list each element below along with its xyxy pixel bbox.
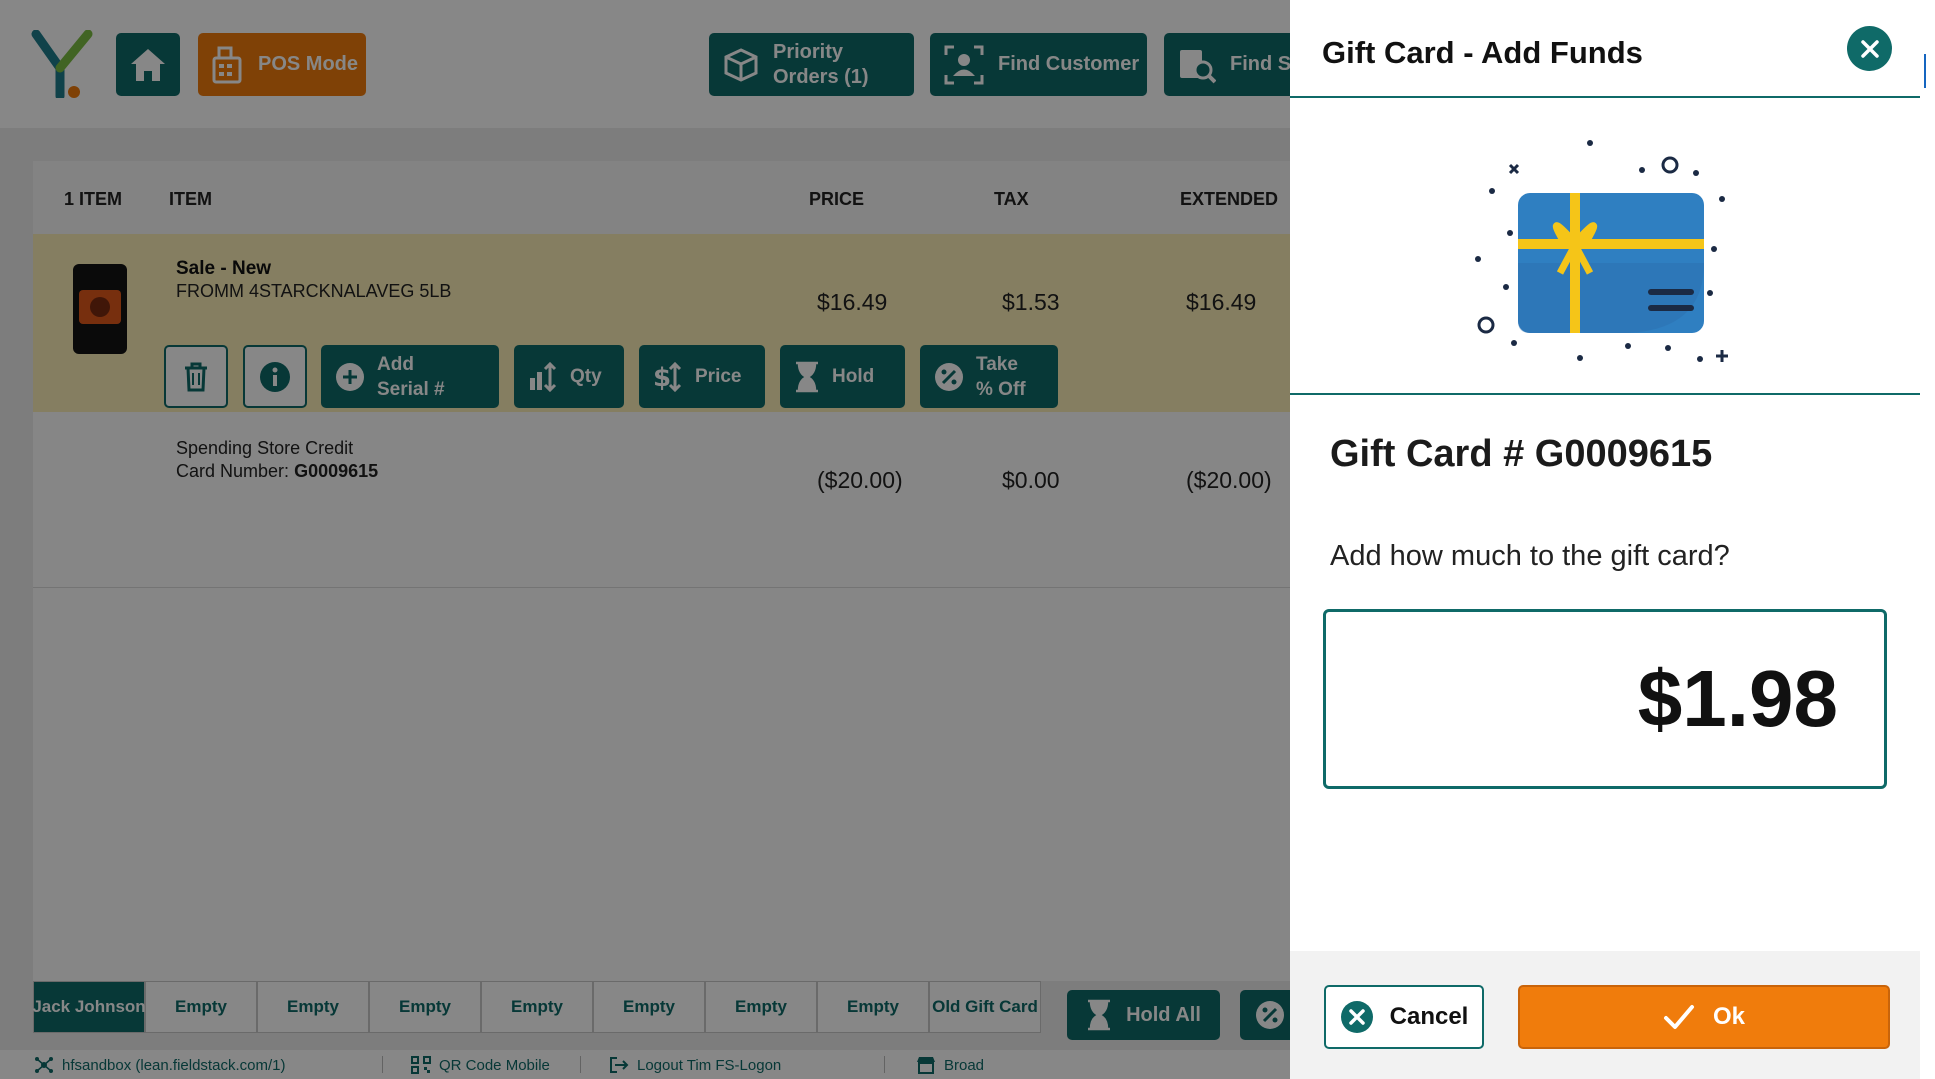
panel-title: Gift Card - Add Funds (1322, 35, 1643, 70)
ok-button[interactable]: Ok (1518, 985, 1890, 1049)
scroll-indicator (1924, 54, 1926, 88)
check-icon (1663, 1005, 1694, 1029)
window-edge (1920, 0, 1935, 1079)
ok-label: Ok (1712, 1003, 1745, 1030)
panel-divider (1290, 96, 1920, 98)
panel-divider (1290, 393, 1920, 395)
gift-card-add-funds-panel: Gift Card - Add Funds Gift Card # G00096… (1290, 0, 1920, 1079)
cancel-circle-icon (1340, 1001, 1373, 1033)
gift-card-number: Gift Card # G0009615 (1330, 433, 1713, 475)
close-button[interactable] (1847, 26, 1892, 71)
cancel-label: Cancel (1389, 1003, 1469, 1030)
panel-footer: Cancel Ok (1290, 951, 1920, 1079)
gift-card-illustration (1475, 140, 1728, 362)
close-icon (1860, 39, 1879, 58)
add-funds-prompt: Add how much to the gift card? (1330, 540, 1730, 572)
cancel-button[interactable]: Cancel (1324, 985, 1484, 1049)
amount-input[interactable]: $1.98 (1323, 609, 1887, 789)
